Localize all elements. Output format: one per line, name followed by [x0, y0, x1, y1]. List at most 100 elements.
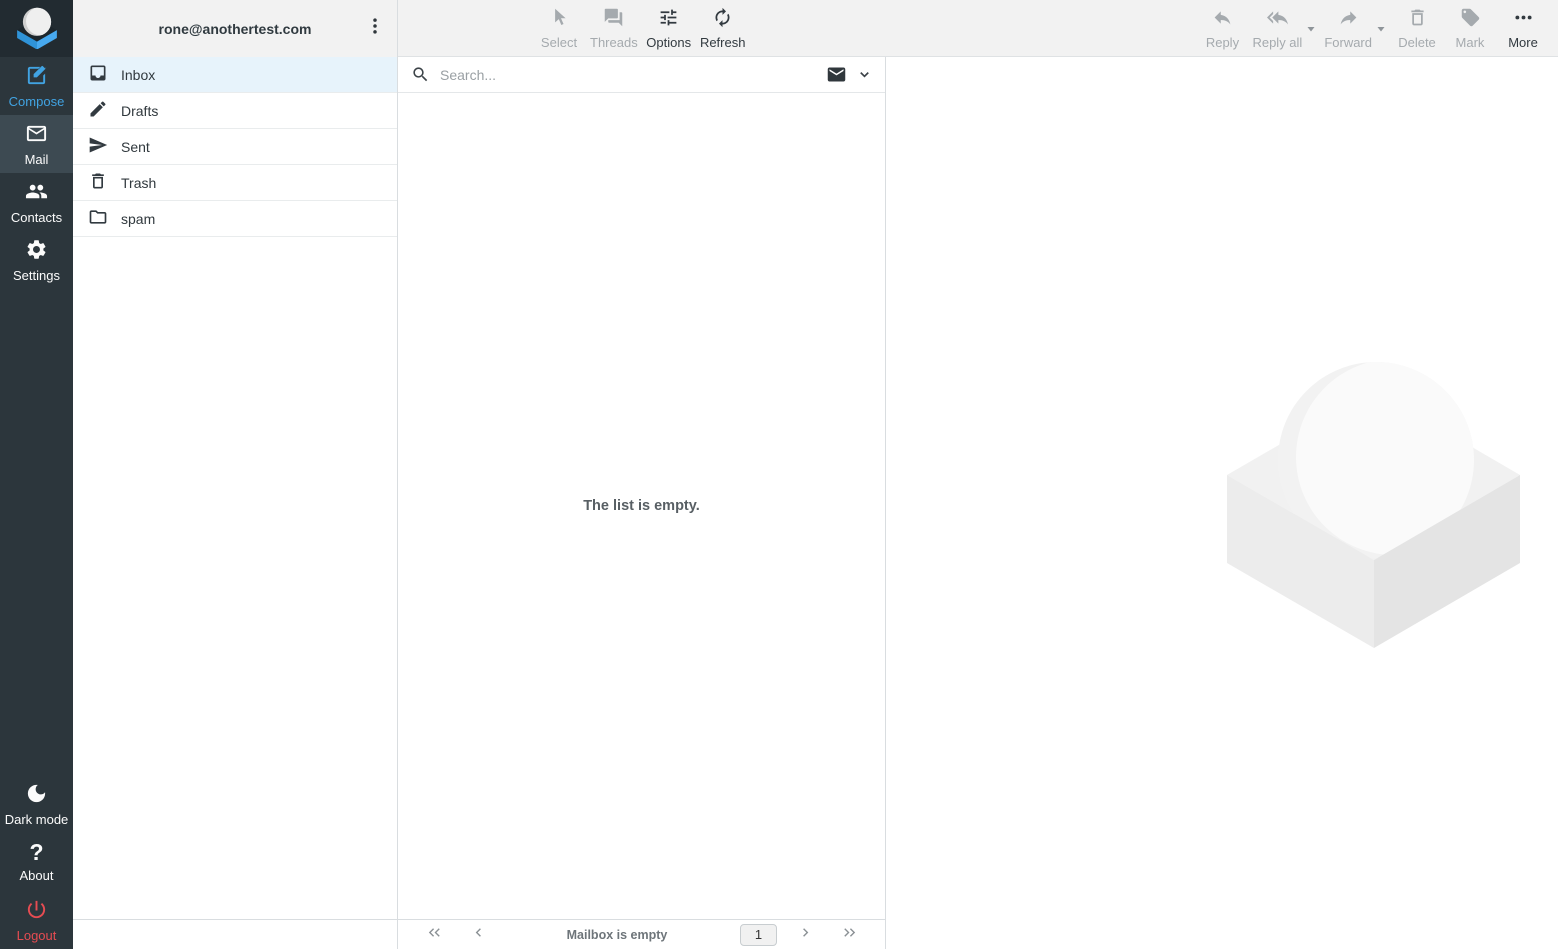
nav-settings[interactable]: Settings [0, 231, 73, 289]
taskbar: Compose Mail Contacts [0, 0, 73, 949]
toolbar-label: Reply [1206, 35, 1239, 50]
task-label: Compose [9, 94, 65, 109]
message-list-area: The list is empty. [398, 93, 885, 919]
dark-mode-button[interactable]: Dark mode [0, 775, 73, 833]
compose-button[interactable]: Compose [0, 57, 73, 115]
toolbar-label: Delete [1398, 35, 1436, 50]
message-toolbar-group: Reply Reply all [1199, 0, 1546, 56]
toolbar-label: Forward [1324, 35, 1372, 50]
folder-label: spam [121, 211, 155, 227]
toolbar-label: Threads [590, 35, 638, 50]
first-page-button[interactable] [412, 924, 456, 946]
chevron-right-icon [797, 924, 814, 946]
webmail-app: Compose Mail Contacts [0, 0, 1558, 949]
send-icon [88, 135, 108, 158]
account-name: rone@anothertest.com [159, 21, 312, 37]
folders-header: rone@anothertest.com [73, 0, 397, 57]
search-bar [398, 57, 885, 93]
tag-icon [1460, 7, 1481, 31]
search-input[interactable] [440, 67, 816, 83]
compose-icon [25, 64, 48, 90]
forward-button[interactable]: Forward [1324, 0, 1372, 56]
task-label: Dark mode [5, 812, 69, 827]
main-toolbar: Select Threads Opt [398, 0, 1558, 57]
trash-icon [1407, 7, 1428, 31]
reply-button[interactable]: Reply [1199, 0, 1245, 56]
contacts-icon [25, 180, 48, 206]
folder-spam[interactable]: spam [73, 201, 397, 237]
page-number-input[interactable] [740, 924, 777, 946]
delete-button[interactable]: Delete [1394, 0, 1440, 56]
mail-view: Select Threads Opt [398, 0, 1558, 949]
search-options-button[interactable] [857, 67, 872, 82]
pointer-icon [549, 7, 570, 31]
search-scope-mail-icon[interactable] [826, 64, 847, 85]
forward-dropdown-caret[interactable] [1375, 0, 1387, 56]
task-label: Settings [13, 268, 60, 283]
pencil-icon [88, 99, 108, 122]
threads-button[interactable]: Threads [590, 0, 638, 56]
gear-icon [25, 238, 48, 264]
search-icon [411, 65, 430, 84]
reply-icon [1212, 7, 1233, 31]
next-page-button[interactable] [783, 924, 827, 946]
folder-label: Inbox [121, 67, 155, 83]
list-toolbar-group: Select Threads Opt [536, 0, 746, 56]
folder-list: Inbox Drafts Sent [73, 57, 397, 237]
trash-icon [88, 171, 108, 194]
folders-footer [73, 919, 397, 949]
reply-all-dropdown-caret[interactable] [1305, 0, 1317, 56]
folders-empty-space [73, 237, 397, 919]
content-pane [886, 57, 1558, 949]
folders-column: rone@anothertest.com Inbox [73, 0, 398, 949]
reply-all-button[interactable]: Reply all [1252, 0, 1302, 56]
toolbar-label: More [1508, 35, 1538, 50]
folder-label: Sent [121, 139, 150, 155]
taskbar-spacer [0, 289, 73, 775]
folder-trash[interactable]: Trash [73, 165, 397, 201]
double-chevron-left-icon [426, 924, 443, 946]
nav-mail[interactable]: Mail [0, 115, 73, 173]
folder-sent[interactable]: Sent [73, 129, 397, 165]
folder-icon [88, 207, 108, 230]
inbox-icon [88, 63, 108, 86]
moon-icon [25, 782, 48, 808]
toolbar-label: Options [646, 35, 691, 50]
more-button[interactable]: More [1500, 0, 1546, 56]
forward-icon [1338, 7, 1359, 31]
chevron-down-icon [1306, 18, 1316, 39]
mark-button[interactable]: Mark [1447, 0, 1493, 56]
refresh-button[interactable]: Refresh [700, 0, 746, 56]
refresh-icon [712, 7, 733, 31]
mailbox-status: Mailbox is empty [500, 928, 734, 942]
toolbar-label: Select [541, 35, 577, 50]
last-page-button[interactable] [827, 924, 871, 946]
folder-actions-button[interactable] [361, 0, 389, 57]
roundcube-watermark-icon [1226, 360, 1521, 650]
empty-list-text: The list is empty. [583, 498, 700, 514]
previous-page-button[interactable] [456, 924, 500, 946]
chevron-down-icon [1376, 18, 1386, 39]
folder-label: Drafts [121, 103, 158, 119]
task-label: About [20, 868, 54, 883]
logout-button[interactable]: Logout [0, 891, 73, 949]
mail-body: The list is empty. [398, 57, 1558, 949]
task-label: Logout [17, 928, 57, 943]
toolbar-label: Mark [1456, 35, 1485, 50]
ellipsis-icon [1513, 7, 1534, 31]
folder-drafts[interactable]: Drafts [73, 93, 397, 129]
select-button[interactable]: Select [536, 0, 582, 56]
app-logo[interactable] [0, 0, 73, 57]
toolbar-label: Refresh [700, 35, 746, 50]
question-icon: ? [29, 841, 43, 864]
kebab-menu-icon [365, 16, 385, 41]
sliders-icon [658, 7, 679, 31]
roundcube-logo-icon [14, 3, 60, 54]
chat-bubbles-icon [603, 7, 624, 31]
chevron-left-icon [470, 924, 487, 946]
nav-contacts[interactable]: Contacts [0, 173, 73, 231]
about-button[interactable]: ? About [0, 833, 73, 891]
task-label: Mail [25, 152, 49, 167]
folder-inbox[interactable]: Inbox [73, 57, 397, 93]
options-button[interactable]: Options [646, 0, 692, 56]
